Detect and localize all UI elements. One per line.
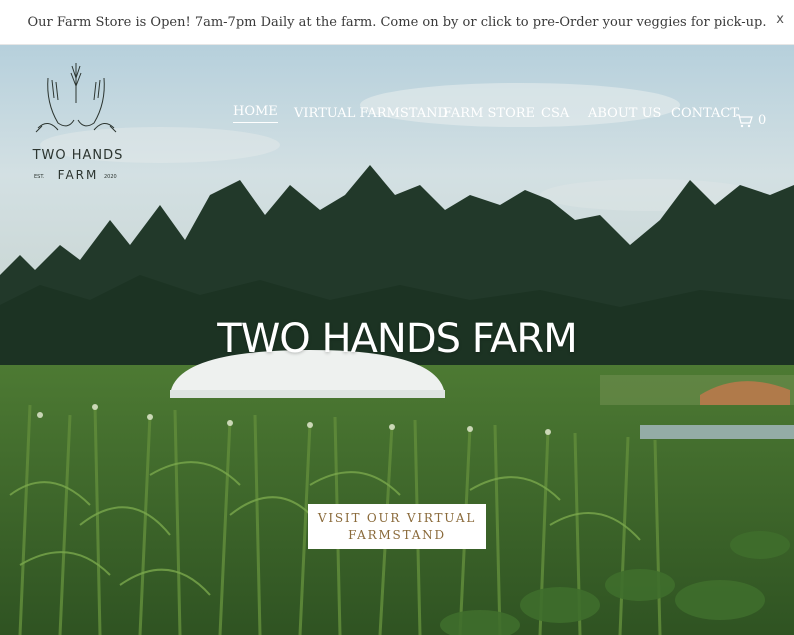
cart-icon [736,114,753,128]
announcement-text[interactable]: Our Farm Store is Open! 7am-7pm Daily at… [28,15,767,30]
logo-title: TWO HANDS [32,148,124,163]
logo-year: 2020 [104,174,117,180]
announcement-bar[interactable]: Our Farm Store is Open! 7am-7pm Daily at… [0,0,794,45]
hero-title: TWO HANDS FARM [217,316,577,362]
nav-about-us[interactable]: ABOUT US [588,106,661,121]
nav-farm-store[interactable]: FARM STORE [443,106,535,121]
nav-home[interactable]: HOME [233,104,278,123]
nav-csa[interactable]: CSA [541,106,569,121]
logo[interactable]: TWO HANDS EST. FARM 2020 [28,58,128,188]
nav-contact[interactable]: CONTACT [671,106,739,121]
close-icon[interactable]: x [776,12,784,27]
cart-button[interactable]: 0 [735,113,766,128]
visit-farmstand-button[interactable]: VISIT OUR VIRTUAL FARMSTAND [308,504,486,549]
hands-wheat-logo-icon [35,63,117,133]
nav-virtual-farmstand[interactable]: VIRTUAL FARMSTAND [294,106,448,121]
cart-count: 0 [758,113,767,128]
